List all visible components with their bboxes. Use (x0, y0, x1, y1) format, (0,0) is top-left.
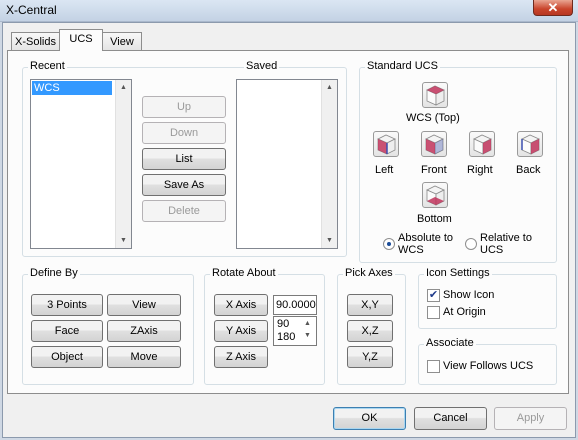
bottom-view-button[interactable] (422, 182, 448, 208)
saved-label: Saved (244, 60, 280, 72)
scroll-up-arrow-icon[interactable]: ▲ (116, 84, 131, 91)
close-button[interactable]: ✕ (533, 0, 573, 16)
view-button[interactable]: View (107, 294, 181, 316)
relative-to-ucs-label[interactable]: Relative to UCS (480, 232, 540, 256)
angle-spinner-icon[interactable]: ▲ ▼ (302, 318, 313, 342)
back-label: Back (516, 164, 541, 176)
back-view-button[interactable] (517, 131, 543, 157)
tab-x-solids[interactable]: X-Solids (11, 32, 60, 51)
z-axis-button[interactable]: Z Axis (214, 346, 268, 368)
scroll-down-arrow-icon[interactable]: ▼ (322, 237, 337, 244)
at-origin-label[interactable]: At Origin (443, 306, 486, 318)
three-points-button[interactable]: 3 Points (31, 294, 103, 316)
xy-button[interactable]: X,Y (347, 294, 393, 316)
apply-button[interactable]: Apply (494, 407, 567, 430)
xz-button[interactable]: X,Z (347, 320, 393, 342)
cube-back-icon (521, 134, 540, 155)
zaxis-button[interactable]: ZAxis (107, 320, 181, 342)
absolute-to-wcs-label[interactable]: Absolute to WCS (398, 232, 458, 256)
cube-front-icon (425, 134, 444, 155)
saved-list-scrollbar[interactable]: ▲ ▼ (321, 80, 337, 248)
cube-right-icon (473, 134, 492, 155)
view-follows-ucs-label[interactable]: View Follows UCS (443, 360, 533, 372)
define-by-label: Define By (28, 267, 80, 279)
face-button[interactable]: Face (31, 320, 103, 342)
right-view-button[interactable] (469, 131, 495, 157)
associate-label: Associate (424, 337, 476, 349)
scroll-down-arrow-icon[interactable]: ▼ (116, 237, 131, 244)
delete-button[interactable]: Delete (142, 200, 226, 222)
object-button[interactable]: Object (31, 346, 103, 368)
show-icon-label[interactable]: Show Icon (443, 289, 494, 301)
down-button[interactable]: Down (142, 122, 226, 144)
cancel-button[interactable]: Cancel (414, 407, 487, 430)
absolute-to-wcs-radio[interactable] (383, 238, 395, 250)
tab-view[interactable]: View (102, 32, 142, 51)
left-view-button[interactable] (373, 131, 399, 157)
y-axis-button[interactable]: Y Axis (214, 320, 268, 342)
up-button[interactable]: Up (142, 96, 226, 118)
view-follows-ucs-checkbox[interactable] (427, 360, 440, 373)
cube-left-icon (377, 134, 396, 155)
x-axis-button[interactable]: X Axis (214, 294, 268, 316)
cube-top-icon (426, 85, 445, 106)
show-icon-checkbox[interactable]: ✔ (427, 289, 440, 302)
move-button[interactable]: Move (107, 346, 181, 368)
title-bar (0, 0, 578, 22)
rotate-about-label: Rotate About (210, 267, 278, 279)
save-as-button[interactable]: Save As (142, 174, 226, 196)
at-origin-checkbox[interactable] (427, 306, 440, 319)
wcs-top-label: WCS (Top) (406, 112, 460, 124)
window-title: X-Central (6, 3, 57, 17)
recent-label: Recent (28, 60, 67, 72)
cube-bottom-icon (426, 185, 445, 206)
relative-to-ucs-radio[interactable] (465, 238, 477, 250)
yz-button[interactable]: Y,Z (347, 346, 393, 368)
right-label: Right (467, 164, 493, 176)
rotation-angle-input[interactable]: 90.0000 (273, 295, 317, 315)
wcs-top-button[interactable] (422, 82, 448, 108)
list-button[interactable]: List (142, 148, 226, 170)
standard-ucs-label: Standard UCS (365, 60, 440, 72)
angle-option-180[interactable]: 180 (277, 331, 295, 343)
scroll-up-arrow-icon[interactable]: ▲ (322, 84, 337, 91)
pick-axes-label: Pick Axes (343, 267, 395, 279)
front-view-button[interactable] (421, 131, 447, 157)
recent-list-item-wcs[interactable]: WCS (32, 81, 112, 95)
recent-list-scrollbar[interactable]: ▲ ▼ (115, 80, 131, 248)
ok-button[interactable]: OK (333, 407, 406, 430)
bottom-label: Bottom (417, 213, 452, 225)
icon-settings-label: Icon Settings (424, 267, 492, 279)
front-label: Front (421, 164, 447, 176)
left-label: Left (375, 164, 394, 176)
tab-ucs[interactable]: UCS (59, 29, 103, 51)
angle-option-90[interactable]: 90 (277, 318, 289, 330)
